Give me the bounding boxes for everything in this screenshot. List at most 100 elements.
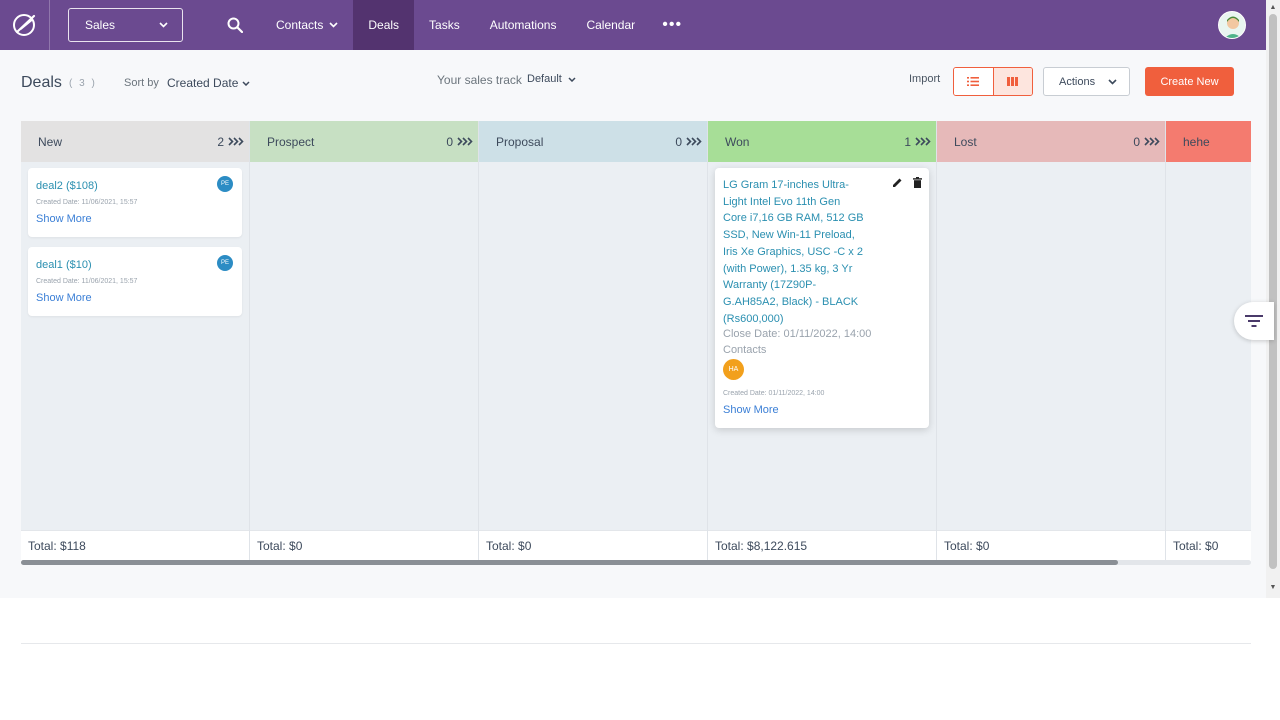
- column-total: Total: $0: [479, 530, 707, 561]
- user-avatar-icon: [1219, 12, 1245, 38]
- scrollbar-thumb[interactable]: [21, 560, 1118, 565]
- filter-button[interactable]: [1234, 302, 1274, 340]
- sales-track-label: Your sales track: [437, 73, 522, 87]
- kanban-icon: [1007, 77, 1019, 86]
- nav-contacts-label: Contacts: [276, 18, 324, 32]
- chevron-down-icon: [329, 22, 338, 28]
- edit-icon[interactable]: [892, 177, 903, 188]
- contact-avatar[interactable]: HA: [723, 359, 744, 381]
- nav-tasks-label: Tasks: [429, 18, 460, 32]
- actions-button[interactable]: Actions: [1043, 67, 1130, 96]
- deal-card[interactable]: deal1 ($10) Created Date: 11/06/2021, 15…: [28, 247, 242, 316]
- scroll-up-arrow-icon[interactable]: ▲: [1266, 0, 1280, 14]
- chevron-down-icon: [242, 80, 250, 86]
- owner-avatar[interactable]: PE: [217, 176, 233, 192]
- chevrons-right-icon[interactable]: [228, 137, 244, 146]
- column-header: New 2: [21, 121, 249, 162]
- page-title: Deals: [21, 74, 62, 91]
- column-prospect: Prospect 0 Total: $0: [250, 121, 479, 561]
- scrollbar-thumb[interactable]: [1269, 14, 1277, 569]
- chevron-down-icon: [568, 76, 576, 82]
- deal-created-date: Created Date: 11/06/2021, 15:57: [36, 198, 138, 206]
- column-count: 2: [217, 135, 244, 149]
- column-count: 1: [904, 135, 931, 149]
- top-nav: Sales Contacts Deals Tasks Automations C…: [0, 0, 1280, 50]
- column-title: New: [38, 134, 63, 149]
- column-title: Lost: [954, 134, 977, 149]
- deal-count: ( 3 ): [69, 78, 97, 89]
- column-new: New 2 deal2 ($108) Created Date: 11/06/2…: [21, 121, 250, 561]
- column-header: hehe: [1166, 121, 1251, 162]
- deal-created-date: Created Date: 11/06/2021, 15:57: [36, 277, 138, 285]
- chevrons-right-icon[interactable]: [915, 137, 931, 146]
- scroll-down-arrow-icon[interactable]: ▼: [1266, 580, 1280, 594]
- nav-calendar-label: Calendar: [586, 18, 636, 32]
- app-selector-label: Sales: [85, 18, 116, 32]
- app-logo[interactable]: [0, 0, 50, 50]
- deal-created-date: Created Date: 01/11/2022, 14:00: [723, 390, 825, 398]
- filter-icon: [1245, 314, 1263, 327]
- deal-title[interactable]: LG Gram 17-inches Ultra-Light Intel Evo …: [723, 177, 865, 327]
- logo-icon: [12, 14, 35, 36]
- divider: [21, 643, 1251, 644]
- kanban-board: New 2 deal2 ($108) Created Date: 11/06/2…: [21, 121, 1251, 561]
- sales-track-dropdown[interactable]: Default: [527, 73, 576, 85]
- show-more-link[interactable]: Show More: [723, 404, 921, 416]
- delete-icon[interactable]: [913, 177, 922, 188]
- column-header: Proposal 0: [479, 121, 707, 162]
- contacts-label: Contacts: [723, 344, 767, 357]
- column-title: Prospect: [267, 134, 315, 149]
- deal-card[interactable]: LG Gram 17-inches Ultra-Light Intel Evo …: [715, 168, 929, 428]
- column-count-value: 0: [446, 134, 453, 149]
- column-count: 0: [446, 135, 473, 149]
- sales-track-value: Default: [527, 73, 562, 85]
- search-icon: [227, 17, 243, 33]
- search-button[interactable]: [221, 11, 249, 39]
- more-dots-icon: •••: [662, 16, 683, 33]
- deal-title[interactable]: deal2 ($108): [36, 178, 234, 195]
- chevrons-right-icon[interactable]: [457, 137, 473, 146]
- column-count-value: 2: [217, 134, 224, 149]
- nav-automations-label: Automations: [489, 18, 557, 32]
- app-selector[interactable]: Sales: [68, 8, 183, 42]
- deal-title[interactable]: deal1 ($10): [36, 257, 234, 274]
- create-new-button[interactable]: Create New: [1145, 67, 1234, 96]
- import-link[interactable]: Import: [909, 73, 940, 85]
- nav-deals[interactable]: Deals: [353, 0, 415, 50]
- nav-tasks[interactable]: Tasks: [414, 0, 475, 50]
- deal-card[interactable]: deal2 ($108) Created Date: 11/06/2021, 1…: [28, 168, 242, 237]
- list-icon: [967, 77, 980, 86]
- nav-calendar[interactable]: Calendar: [571, 0, 650, 50]
- chevrons-right-icon[interactable]: [1144, 137, 1160, 146]
- nav-contacts[interactable]: Contacts: [261, 0, 353, 50]
- more-menu-button[interactable]: •••: [650, 0, 694, 50]
- owner-avatar[interactable]: PE: [217, 255, 233, 271]
- column-header: Prospect 0: [250, 121, 478, 162]
- sort-value: Created Date: [167, 76, 239, 90]
- sort-label: Sort by: [124, 77, 159, 89]
- column-count: 0: [675, 135, 702, 149]
- column-total: Total: $118: [21, 530, 249, 561]
- column-lost: Lost 0 Total: $0: [937, 121, 1166, 561]
- deals-page: Deals ( 3 ) Sort by Created Date Your sa…: [0, 50, 1266, 644]
- deal-close-date: Close Date: 01/11/2022, 14:00: [723, 328, 872, 341]
- column-header: Won 1: [708, 121, 936, 162]
- page-vertical-scrollbar[interactable]: ▲ ▼: [1266, 0, 1280, 598]
- show-more-link[interactable]: Show More: [36, 292, 234, 304]
- column-proposal: Proposal 0 Total: $0: [479, 121, 708, 561]
- column-total: Total: $0: [250, 530, 478, 561]
- show-more-link[interactable]: Show More: [36, 213, 234, 225]
- list-view-button[interactable]: [954, 68, 993, 95]
- column-won: Won 1 LG Gram 17-inches Ultra-Light Inte…: [708, 121, 937, 561]
- nav-automations[interactable]: Automations: [475, 0, 572, 50]
- board-horizontal-scrollbar[interactable]: [21, 560, 1251, 565]
- column-count: 0: [1133, 135, 1160, 149]
- nav-menu: Contacts Deals Tasks Automations Calenda…: [261, 0, 694, 50]
- chevrons-right-icon[interactable]: [686, 137, 702, 146]
- column-title: hehe: [1183, 134, 1210, 149]
- board-view-button[interactable]: [992, 68, 1032, 95]
- column-count-value: 0: [675, 134, 682, 149]
- sort-dropdown[interactable]: Created Date: [167, 76, 250, 90]
- column-total: Total: $0: [1166, 530, 1251, 561]
- user-avatar[interactable]: [1218, 11, 1246, 39]
